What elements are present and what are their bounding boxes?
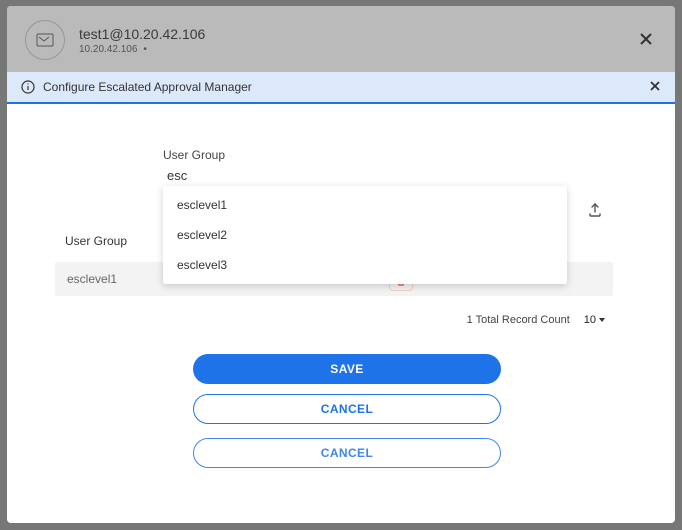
device-title: test1@10.20.42.106 — [79, 26, 635, 42]
device-header: test1@10.20.42.106 10.20.42.106• — [7, 6, 675, 70]
close-banner-icon[interactable] — [649, 79, 661, 95]
row-name: esclevel1 — [67, 272, 117, 286]
device-icon — [25, 20, 65, 60]
main-panel: test1@10.20.42.106 10.20.42.106• Configu… — [7, 6, 675, 523]
banner-title: Configure Escalated Approval Manager — [43, 80, 252, 94]
record-count-area: 1 Total Record Count 10 — [467, 314, 605, 326]
cancel-button-background[interactable]: CANCEL — [193, 438, 501, 468]
user-group-field: User Group — [163, 148, 533, 189]
close-icon[interactable] — [635, 27, 657, 53]
dropdown-item[interactable]: esclevel3 — [163, 250, 567, 280]
chevron-down-icon — [599, 318, 605, 322]
config-banner: Configure Escalated Approval Manager — [7, 72, 675, 104]
device-subtitle: 10.20.42.106• — [79, 44, 635, 55]
record-count-text: 1 Total Record Count — [467, 314, 570, 326]
field-label: User Group — [163, 148, 533, 162]
info-icon — [21, 80, 35, 94]
cancel-button[interactable]: CANCEL — [193, 394, 501, 424]
table-column-header: User Group — [65, 234, 127, 248]
save-button[interactable]: SAVE — [193, 354, 501, 384]
dropdown-item[interactable]: esclevel2 — [163, 220, 567, 250]
device-texts: test1@10.20.42.106 10.20.42.106• — [79, 26, 635, 55]
page-size-select[interactable]: 10 — [584, 314, 605, 326]
upload-icon[interactable] — [587, 202, 603, 223]
form-area: User Group esclevel1 esclevel2 esclevel3… — [7, 104, 675, 523]
user-group-dropdown: esclevel1 esclevel2 esclevel3 — [163, 186, 567, 284]
dropdown-item[interactable]: esclevel1 — [163, 190, 567, 220]
